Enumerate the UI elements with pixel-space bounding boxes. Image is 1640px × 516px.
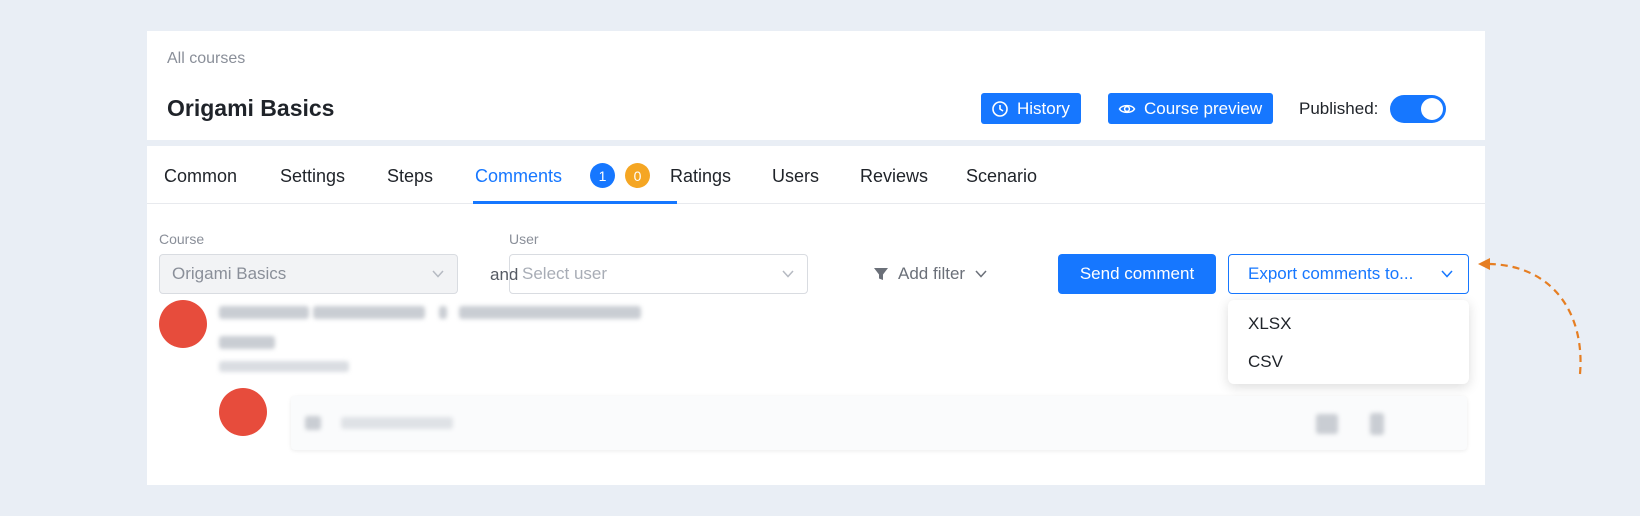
add-filter-label: Add filter xyxy=(898,264,966,283)
export-select-label: Export comments to... xyxy=(1248,264,1414,283)
history-icon xyxy=(992,100,1008,117)
tab-comments[interactable]: Comments xyxy=(475,166,562,187)
tab-bar: Common Settings Steps Comments 1 0 Ratin… xyxy=(147,146,1485,204)
add-filter-button[interactable]: Add filter xyxy=(873,264,988,284)
user-select-placeholder: Select user xyxy=(522,264,608,283)
course-select: Origami Basics xyxy=(159,254,458,294)
reply-input[interactable] xyxy=(291,396,1467,450)
page-title: Origami Basics xyxy=(167,95,335,121)
course-preview-label: Course preview xyxy=(1144,98,1263,118)
blurred-attach-icon xyxy=(305,416,321,430)
course-select-value: Origami Basics xyxy=(172,264,287,283)
published-toggle[interactable] xyxy=(1390,95,1446,123)
tab-settings[interactable]: Settings xyxy=(280,166,345,187)
user-select[interactable]: Select user xyxy=(509,254,808,294)
tab-ratings[interactable]: Ratings xyxy=(670,166,731,187)
send-comment-button[interactable]: Send comment xyxy=(1058,254,1216,294)
chevron-down-icon xyxy=(782,270,794,278)
course-preview-button[interactable]: Course preview xyxy=(1108,93,1274,124)
blurred-placeholder xyxy=(341,417,453,429)
export-option-csv[interactable]: CSV xyxy=(1248,352,1283,372)
blurred-comment-text xyxy=(219,336,275,349)
annotation-arrow-icon xyxy=(1478,258,1582,375)
course-header: All courses Origami Basics History Cours… xyxy=(147,31,1485,140)
published-label: Published: xyxy=(1299,99,1379,118)
blurred-timestamp xyxy=(219,361,349,372)
tab-users[interactable]: Users xyxy=(772,166,819,187)
blurred-send-icon[interactable] xyxy=(1370,413,1384,435)
active-tab-indicator xyxy=(473,201,677,204)
export-dropdown-menu: XLSX CSV xyxy=(1228,300,1469,384)
filter-icon xyxy=(874,268,888,280)
chevron-down-icon xyxy=(975,270,987,278)
blurred-step-name xyxy=(459,306,641,319)
pending-count-badge: 0 xyxy=(625,163,650,188)
chevron-down-icon xyxy=(1441,270,1453,278)
user-filter-label: User xyxy=(509,231,539,247)
course-filter-label: Course xyxy=(159,231,205,247)
tab-common[interactable]: Common xyxy=(164,166,237,187)
export-option-xlsx[interactable]: XLSX xyxy=(1248,314,1291,334)
avatar xyxy=(159,300,207,348)
history-label: History xyxy=(1017,98,1070,118)
export-comments-select[interactable]: Export comments to... xyxy=(1228,254,1469,294)
blurred-author-course xyxy=(313,306,425,319)
avatar xyxy=(219,388,267,436)
tab-scenario[interactable]: Scenario xyxy=(966,166,1037,187)
tab-steps[interactable]: Steps xyxy=(387,166,433,187)
tab-reviews[interactable]: Reviews xyxy=(860,166,928,187)
comments-count-badge: 1 xyxy=(590,163,615,188)
blurred-emoji-icon[interactable] xyxy=(1316,414,1338,434)
breadcrumb[interactable]: All courses xyxy=(167,50,245,68)
chevron-down-icon xyxy=(432,270,444,278)
blurred-separator xyxy=(439,306,447,319)
eye-icon xyxy=(1118,104,1136,113)
history-button[interactable]: History xyxy=(981,93,1081,124)
toggle-knob xyxy=(1421,98,1443,120)
comments-panel: Common Settings Steps Comments 1 0 Ratin… xyxy=(147,146,1485,485)
blurred-author-name xyxy=(219,306,309,319)
